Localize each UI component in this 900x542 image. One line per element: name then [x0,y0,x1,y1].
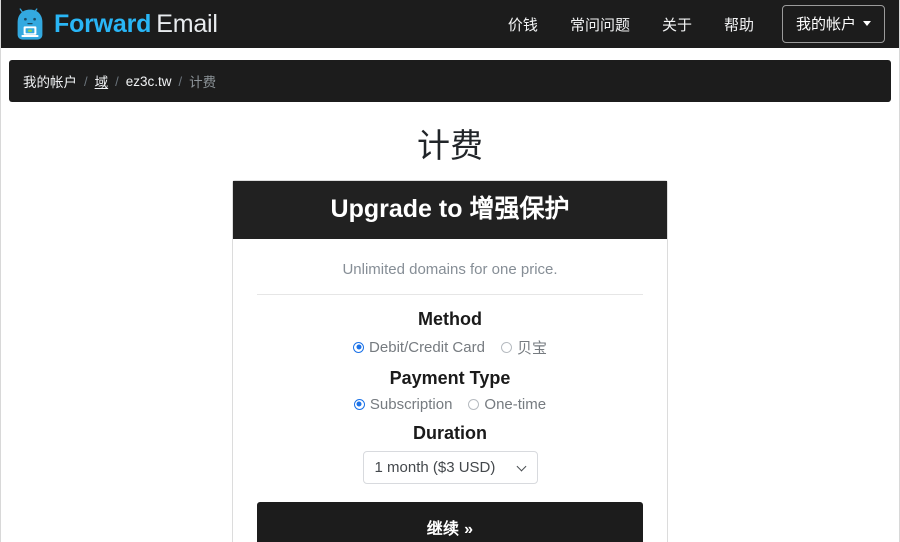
payment-type-option-subscription-label: Subscription [369,395,453,413]
page-title: 计费 [417,127,483,164]
method-option-paypal[interactable]: 贝宝 [500,337,547,358]
breadcrumb-item-domain-name[interactable]: ez3c.tw [126,74,172,89]
nav-link-help[interactable]: 帮助 [708,8,770,41]
payment-type-option-onetime-label: One-time [484,395,547,413]
nav-link-about[interactable]: 关于 [646,8,708,41]
my-account-button[interactable]: 我的帐户 [781,5,885,43]
method-label: Method [418,308,482,329]
breadcrumb-item-billing: 计费 [189,75,217,90]
payment-type-label: Payment Type [389,367,511,388]
breadcrumb-separator: / [115,73,119,89]
breadcrumb-item-domains[interactable]: 域 [95,71,109,91]
breadcrumb-container: 我的帐户 / 域 / ez3c.tw / 计费 [1,48,899,102]
method-option-paypal-label: 贝宝 [516,339,547,357]
brand-text: Forward Email [54,9,218,38]
payment-type-radio-group: Subscription One-time [257,396,643,413]
radio-icon-unselected[interactable] [468,398,480,410]
method-option-card-label: Debit/Credit Card [369,338,485,356]
duration-select-row: 1 month ($3 USD) [257,450,643,484]
method-option-card[interactable]: Debit/Credit Card [353,339,485,356]
card-body: Unlimited domains for one price. Method … [233,239,667,542]
nav-link-faq[interactable]: 常问问题 [554,8,646,41]
breadcrumb-separator: / [178,73,183,89]
radio-icon-selected[interactable] [353,341,365,353]
duration-select-value: 1 month ($3 USD) [374,458,496,476]
radio-icon-selected[interactable] [353,398,365,410]
chevron-down-icon [518,462,528,472]
navbar-links: 价钱 常问问题 关于 帮助 我的帐户 [492,5,885,43]
breadcrumb: 我的帐户 / 域 / ez3c.tw / 计费 [9,60,891,102]
breadcrumb-item-account[interactable]: 我的帐户 [23,71,77,91]
duration-label: Duration [413,422,487,443]
payment-type-option-subscription[interactable]: Subscription [353,395,453,413]
card-lead-text: Unlimited domains for one price. [342,260,558,278]
method-radio-group: Debit/Credit Card 贝宝 [257,337,643,358]
card-header-plan: 增强保护 [469,194,570,223]
payment-type-option-onetime[interactable]: One-time [468,396,546,413]
my-account-label: 我的帐户 [795,16,856,33]
billing-card: Upgrade to 增强保护 Unlimited domains for on… [232,179,668,542]
card-divider [257,293,643,295]
continue-button[interactable]: 继续 » [257,501,643,542]
breadcrumb-separator: / [84,73,88,89]
duration-select[interactable]: 1 month ($3 USD) [362,450,538,484]
browser-page: Forward Email 价钱 常问问题 关于 帮助 我的帐户 我的帐户 / 域… [0,0,900,542]
brand-name-secondary: Email [156,9,218,38]
card-header-prefix: Upgrade to [330,194,470,223]
brand-name-primary: Forward [54,9,152,38]
card-header: Upgrade to 增强保护 [233,180,667,239]
top-navbar: Forward Email 价钱 常问问题 关于 帮助 我的帐户 [1,0,899,48]
forward-email-robot-logo-icon [17,8,43,40]
caret-down-icon [863,21,871,26]
radio-icon-unselected[interactable] [500,341,512,353]
brand-logo-link[interactable]: Forward Email [15,7,218,41]
nav-link-pricing[interactable]: 价钱 [492,8,554,41]
